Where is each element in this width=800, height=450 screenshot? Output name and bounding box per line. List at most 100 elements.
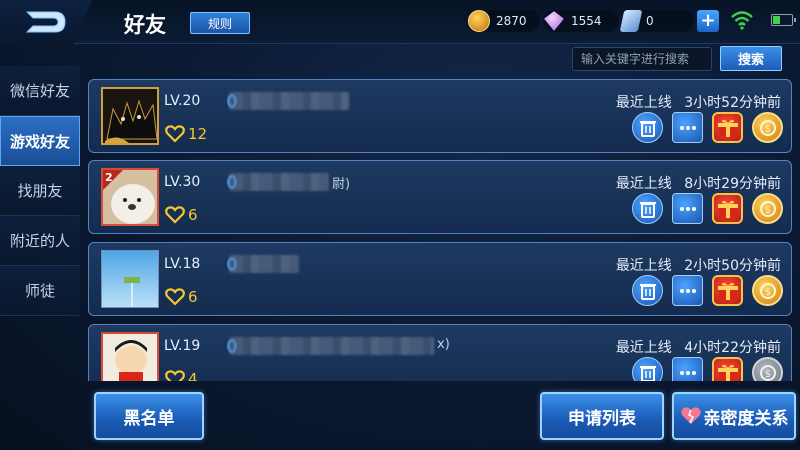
sidebar-item-game-friends[interactable]: 游戏好友 bbox=[0, 116, 80, 166]
last-online-time: 2小时50分钟前 bbox=[684, 258, 781, 274]
svg-text:$: $ bbox=[764, 205, 770, 216]
sidebar-item-mentorship[interactable]: 师徒 bbox=[0, 266, 80, 316]
send-gold-button[interactable]: $ bbox=[752, 112, 783, 143]
chat-button[interactable] bbox=[672, 357, 703, 381]
avatar[interactable] bbox=[101, 332, 159, 381]
sidebar-item-nearby[interactable]: 附近的人 bbox=[0, 216, 80, 266]
sidebar-item-find-friends[interactable]: 找朋友 bbox=[0, 166, 80, 216]
diamond-counter[interactable]: 1554 bbox=[543, 10, 619, 32]
send-gold-button[interactable]: $ bbox=[752, 275, 783, 306]
back-button[interactable] bbox=[0, 0, 92, 44]
top-bar: 好友 规则 2870 1554 0 + bbox=[0, 0, 800, 44]
send-gold-icon: $ bbox=[759, 119, 776, 136]
gift-icon bbox=[717, 119, 738, 137]
sidebar-item-wechat-friends[interactable]: 微信好友 bbox=[0, 66, 80, 116]
back-arrow-icon bbox=[25, 11, 66, 33]
send-gold-button[interactable]: $ bbox=[752, 357, 783, 381]
page-title: 好友 bbox=[124, 13, 166, 37]
heart-icon bbox=[165, 125, 185, 143]
voucher-counter[interactable]: 0 bbox=[619, 10, 694, 32]
friend-level: LV.30 bbox=[164, 174, 201, 190]
heart-icon bbox=[165, 370, 185, 381]
sidebar: 微信好友 游戏好友 找朋友 附近的人 师徒 bbox=[0, 66, 82, 316]
chat-button[interactable] bbox=[672, 193, 703, 224]
intimacy-relations-button[interactable]: 亲密度关系 bbox=[672, 392, 796, 440]
trash-icon bbox=[639, 283, 656, 300]
trash-icon bbox=[639, 201, 656, 218]
last-online-label: 最近上线 bbox=[615, 340, 672, 356]
send-gold-icon: $ bbox=[759, 364, 776, 381]
friend-name-suffix: x) bbox=[437, 337, 450, 352]
gift-icon bbox=[717, 282, 738, 300]
diamond-icon bbox=[544, 11, 564, 31]
diamond-amount: 1554 bbox=[571, 14, 602, 28]
avatar[interactable]: 2 bbox=[101, 168, 159, 226]
friend-card[interactable]: LV.18 6 最近上线 2小时50分钟前 $ bbox=[88, 242, 792, 316]
send-gift-button[interactable] bbox=[712, 275, 743, 306]
intimacy-value: 12 bbox=[188, 125, 208, 143]
gift-icon bbox=[717, 200, 738, 218]
delete-friend-button[interactable] bbox=[632, 275, 663, 306]
friend-name-redacted bbox=[229, 255, 299, 273]
avatar[interactable] bbox=[101, 250, 159, 308]
rules-button[interactable]: 规则 bbox=[190, 12, 250, 34]
delete-friend-button[interactable] bbox=[632, 193, 663, 224]
send-gift-button[interactable] bbox=[712, 193, 743, 224]
search-button[interactable]: 搜索 bbox=[720, 46, 782, 71]
gold-counter[interactable]: 2870 bbox=[468, 10, 540, 32]
friend-card[interactable]: 2 LV.30 尉) 6 最近上线 8小时29分钟前 $ bbox=[88, 160, 792, 234]
gift-icon bbox=[717, 364, 738, 381]
blacklist-button[interactable]: 黑名单 bbox=[94, 392, 204, 440]
friend-name-suffix: 尉) bbox=[332, 177, 351, 192]
last-online-label: 最近上线 bbox=[615, 176, 672, 192]
chat-button[interactable] bbox=[672, 275, 703, 306]
friend-list[interactable]: LV.20 12 最近上线 3小时52分钟前 $ 2 LV.30 尉) 6 最近… bbox=[88, 79, 792, 381]
friend-name-redacted bbox=[229, 173, 329, 191]
chat-bubble-icon bbox=[679, 206, 696, 211]
last-online-time: 3小时52分钟前 bbox=[684, 95, 781, 111]
search-input[interactable]: 输入关键字进行搜索 bbox=[572, 47, 712, 71]
friend-card[interactable]: LV.20 12 最近上线 3小时52分钟前 $ bbox=[88, 79, 792, 153]
friend-level: LV.18 bbox=[164, 256, 201, 272]
voucher-icon bbox=[619, 10, 643, 32]
avatar-image bbox=[102, 251, 158, 307]
chat-bubble-icon bbox=[679, 125, 696, 130]
voucher-amount: 0 bbox=[646, 14, 654, 28]
friend-card[interactable]: LV.19 x) 4 最近上线 4小时22分钟前 $ bbox=[88, 324, 792, 381]
rank-badge: 2 bbox=[105, 171, 113, 184]
friend-level: LV.20 bbox=[164, 93, 201, 109]
send-gold-icon: $ bbox=[759, 282, 776, 299]
svg-text:$: $ bbox=[764, 369, 770, 380]
trash-icon bbox=[639, 120, 656, 137]
friend-level: LV.19 bbox=[164, 338, 201, 354]
last-online: 最近上线 2小时50分钟前 bbox=[616, 255, 781, 275]
recharge-button[interactable]: + bbox=[697, 10, 719, 32]
avatar-image bbox=[103, 334, 157, 381]
friend-requests-button[interactable]: 申请列表 bbox=[540, 392, 664, 440]
avatar-image bbox=[103, 89, 157, 143]
send-gift-button[interactable] bbox=[712, 112, 743, 143]
delete-friend-button[interactable] bbox=[632, 357, 663, 381]
gold-coin-icon bbox=[468, 10, 490, 32]
chat-bubble-icon bbox=[679, 370, 696, 375]
last-online-label: 最近上线 bbox=[615, 95, 672, 111]
gold-amount: 2870 bbox=[496, 14, 527, 28]
last-online: 最近上线 3小时52分钟前 bbox=[616, 92, 781, 112]
chat-button[interactable] bbox=[672, 112, 703, 143]
send-gold-button[interactable]: $ bbox=[752, 193, 783, 224]
battery-icon bbox=[771, 14, 796, 26]
delete-friend-button[interactable] bbox=[632, 112, 663, 143]
broken-heart-icon bbox=[680, 407, 701, 424]
last-online-time: 4小时22分钟前 bbox=[684, 340, 781, 356]
send-gift-button[interactable] bbox=[712, 357, 743, 381]
last-online: 最近上线 8小时29分钟前 bbox=[616, 173, 781, 193]
heart-icon bbox=[165, 206, 185, 224]
intimacy-value: 6 bbox=[188, 206, 198, 224]
intimacy-value: 4 bbox=[188, 370, 198, 381]
intimacy-relations-label: 亲密度关系 bbox=[703, 408, 789, 429]
avatar[interactable] bbox=[101, 87, 159, 145]
wifi-icon bbox=[731, 11, 753, 30]
svg-text:$: $ bbox=[764, 124, 770, 135]
chat-bubble-icon bbox=[679, 288, 696, 293]
svg-text:$: $ bbox=[764, 287, 770, 298]
